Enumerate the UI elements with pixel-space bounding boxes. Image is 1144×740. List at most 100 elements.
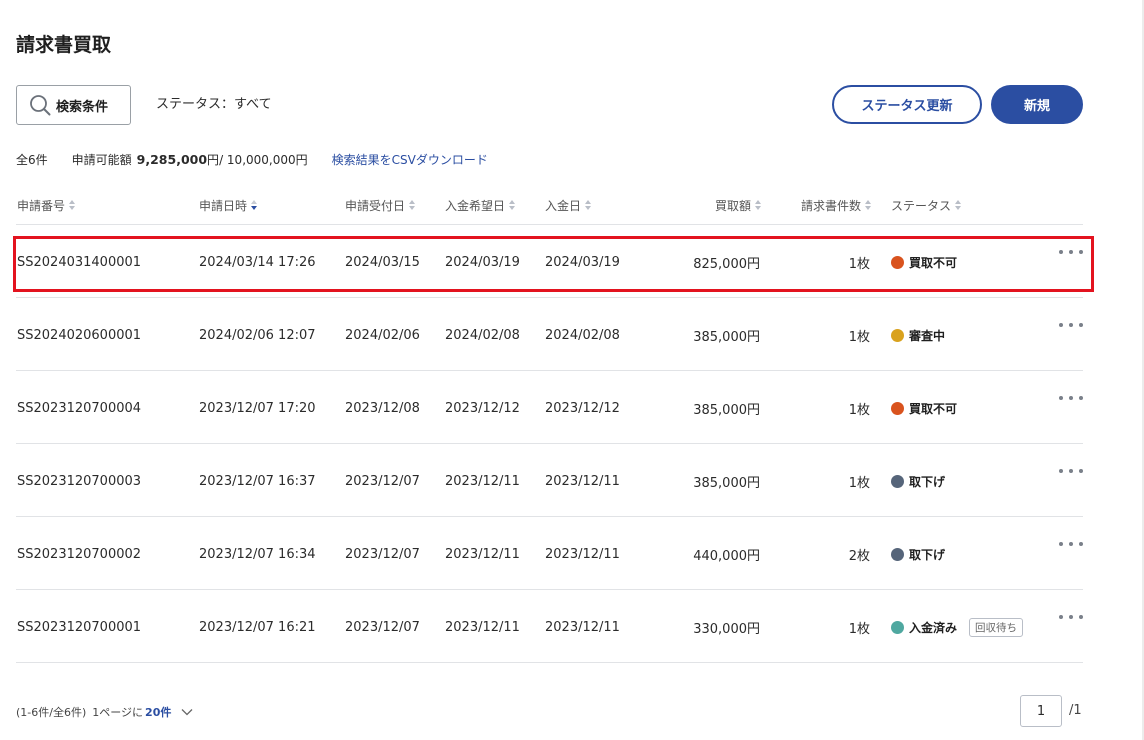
- cell-amount: 440,000円: [693, 549, 760, 564]
- header-divider: [16, 224, 1083, 225]
- header-received-date-label: 申請受付日: [345, 199, 406, 213]
- available-amount-unit: 円: [207, 153, 220, 167]
- new-button[interactable]: 新規: [991, 85, 1083, 124]
- cell-app-no: SS2023120700003: [17, 474, 142, 489]
- per-page-label: 1ページに: [92, 706, 144, 719]
- row-divider: [16, 589, 1083, 590]
- sort-icon: [509, 199, 516, 212]
- status-label: 取下げ: [909, 475, 946, 489]
- available-amount-value: 9,285,000: [136, 152, 208, 167]
- cell-desired-date: 2023/12/12: [445, 401, 520, 416]
- cell-app-no: SS2023120700001: [17, 620, 142, 635]
- more-actions-icon[interactable]: [1059, 609, 1083, 625]
- sort-icon: [409, 199, 416, 212]
- cell-received-date: 2023/12/07: [345, 620, 420, 635]
- cell-amount: 330,000円: [693, 622, 760, 637]
- sort-icon: [755, 199, 762, 212]
- header-desired-date-label: 入金希望日: [445, 199, 506, 213]
- search-conditions-button[interactable]: 検索条件: [16, 85, 131, 125]
- cell-received-date: 2023/12/07: [345, 474, 420, 489]
- cell-status: 取下げ: [891, 445, 945, 518]
- header-status[interactable]: ステータス: [891, 197, 962, 214]
- table-row[interactable]: SS2023120700003 2023/12/07 16:37 2023/12…: [16, 445, 1083, 518]
- status-filter-text: ステータス：すべて: [156, 97, 272, 112]
- status-dot: [891, 402, 904, 415]
- cell-amount: 385,000円: [693, 330, 760, 345]
- header-app-datetime[interactable]: 申請日時: [199, 197, 258, 214]
- cell-invoice-count: 1枚: [848, 330, 870, 345]
- cell-received-date: 2024/02/06: [345, 328, 420, 343]
- table-row[interactable]: SS2024031400001 2024/03/14 17:26 2024/03…: [16, 226, 1083, 299]
- cell-invoice-count: 1枚: [848, 257, 870, 272]
- more-actions-icon[interactable]: [1059, 317, 1083, 333]
- more-actions-icon[interactable]: [1059, 536, 1083, 552]
- cell-status: 買取不可: [891, 372, 957, 445]
- header-amount-label: 買取額: [714, 199, 751, 213]
- page-number-input[interactable]: 1: [1020, 695, 1062, 727]
- cell-app-no: SS2024020600001: [17, 328, 142, 343]
- chevron-down-icon[interactable]: [181, 708, 193, 716]
- table-row[interactable]: SS2024020600001 2024/02/06 12:07 2024/02…: [16, 299, 1083, 372]
- cell-payment-date: 2023/12/11: [545, 620, 620, 635]
- header-received-date[interactable]: 申請受付日: [345, 197, 416, 214]
- per-page-select[interactable]: 20件: [145, 704, 171, 720]
- row-divider: [16, 370, 1083, 371]
- cell-desired-date: 2023/12/11: [445, 620, 520, 635]
- row-divider: [16, 662, 1083, 663]
- status-update-button[interactable]: ステータス更新: [832, 85, 982, 124]
- cell-invoice-count: 1枚: [848, 476, 870, 491]
- header-desired-date[interactable]: 入金希望日: [445, 197, 516, 214]
- status-label: 審査中: [909, 329, 946, 343]
- cell-amount: 825,000円: [693, 257, 760, 272]
- cell-status: 審査中: [891, 299, 945, 372]
- header-app-no[interactable]: 申請番号: [17, 197, 76, 214]
- cell-app-no: SS2023120700004: [17, 401, 142, 416]
- cell-status: 買取不可: [891, 226, 957, 299]
- cell-desired-date: 2023/12/11: [445, 547, 520, 562]
- more-actions-icon[interactable]: [1059, 463, 1083, 479]
- table-row[interactable]: SS2023120700002 2023/12/07 16:34 2023/12…: [16, 518, 1083, 591]
- status-dot: [891, 475, 904, 488]
- cell-payment-date: 2024/03/19: [545, 255, 620, 270]
- cell-app-datetime: 2023/12/07 16:21: [199, 620, 316, 635]
- header-app-no-label: 申請番号: [17, 199, 66, 213]
- csv-download-link[interactable]: 検索結果をCSVダウンロード: [332, 151, 488, 168]
- header-payment-date[interactable]: 入金日: [545, 197, 592, 214]
- status-dot: [891, 329, 904, 342]
- cell-status: 取下げ: [891, 518, 945, 591]
- pager-range: (1-6件/全6件): [16, 706, 87, 719]
- header-amount[interactable]: 買取額: [660, 197, 762, 214]
- page-title: 請求書買取: [16, 34, 112, 56]
- header-app-datetime-label: 申請日時: [199, 199, 248, 213]
- cell-desired-date: 2023/12/11: [445, 474, 520, 489]
- more-actions-icon[interactable]: [1059, 390, 1083, 406]
- row-divider: [16, 516, 1083, 517]
- cell-app-no: SS2024031400001: [17, 255, 142, 270]
- status-dot: [891, 256, 904, 269]
- status-dot: [891, 621, 904, 634]
- more-actions-icon[interactable]: [1059, 244, 1083, 260]
- sub-status-badge: 回収待ち: [969, 618, 1024, 637]
- cell-received-date: 2023/12/07: [345, 547, 420, 562]
- header-invoice-count-label: 請求書件数: [800, 199, 861, 213]
- table-row[interactable]: SS2023120700004 2023/12/07 17:20 2023/12…: [16, 372, 1083, 445]
- cell-app-datetime: 2023/12/07 17:20: [199, 401, 316, 416]
- cell-app-datetime: 2024/03/14 17:26: [199, 255, 316, 270]
- cell-desired-date: 2024/03/19: [445, 255, 520, 270]
- available-amount-label: 申請可能額: [71, 153, 132, 167]
- header-invoice-count[interactable]: 請求書件数: [770, 197, 872, 214]
- header-payment-date-label: 入金日: [545, 199, 582, 213]
- cell-payment-date: 2024/02/08: [545, 328, 620, 343]
- total-count: 全6件: [16, 153, 48, 167]
- sort-icon: [585, 199, 592, 212]
- status-label: 買取不可: [909, 256, 958, 270]
- sort-icon: [955, 199, 962, 212]
- cell-amount: 385,000円: [693, 476, 760, 491]
- sort-icon: [69, 199, 76, 212]
- status-dot: [891, 548, 904, 561]
- page-total: /1: [1069, 703, 1082, 718]
- cell-received-date: 2023/12/08: [345, 401, 420, 416]
- status-label: 取下げ: [909, 548, 946, 562]
- table-row[interactable]: SS2023120700001 2023/12/07 16:21 2023/12…: [16, 591, 1083, 664]
- summary-bar: 全6件 申請可能額 9,285,000 円 / 10,000,000円 検索結果…: [16, 151, 488, 168]
